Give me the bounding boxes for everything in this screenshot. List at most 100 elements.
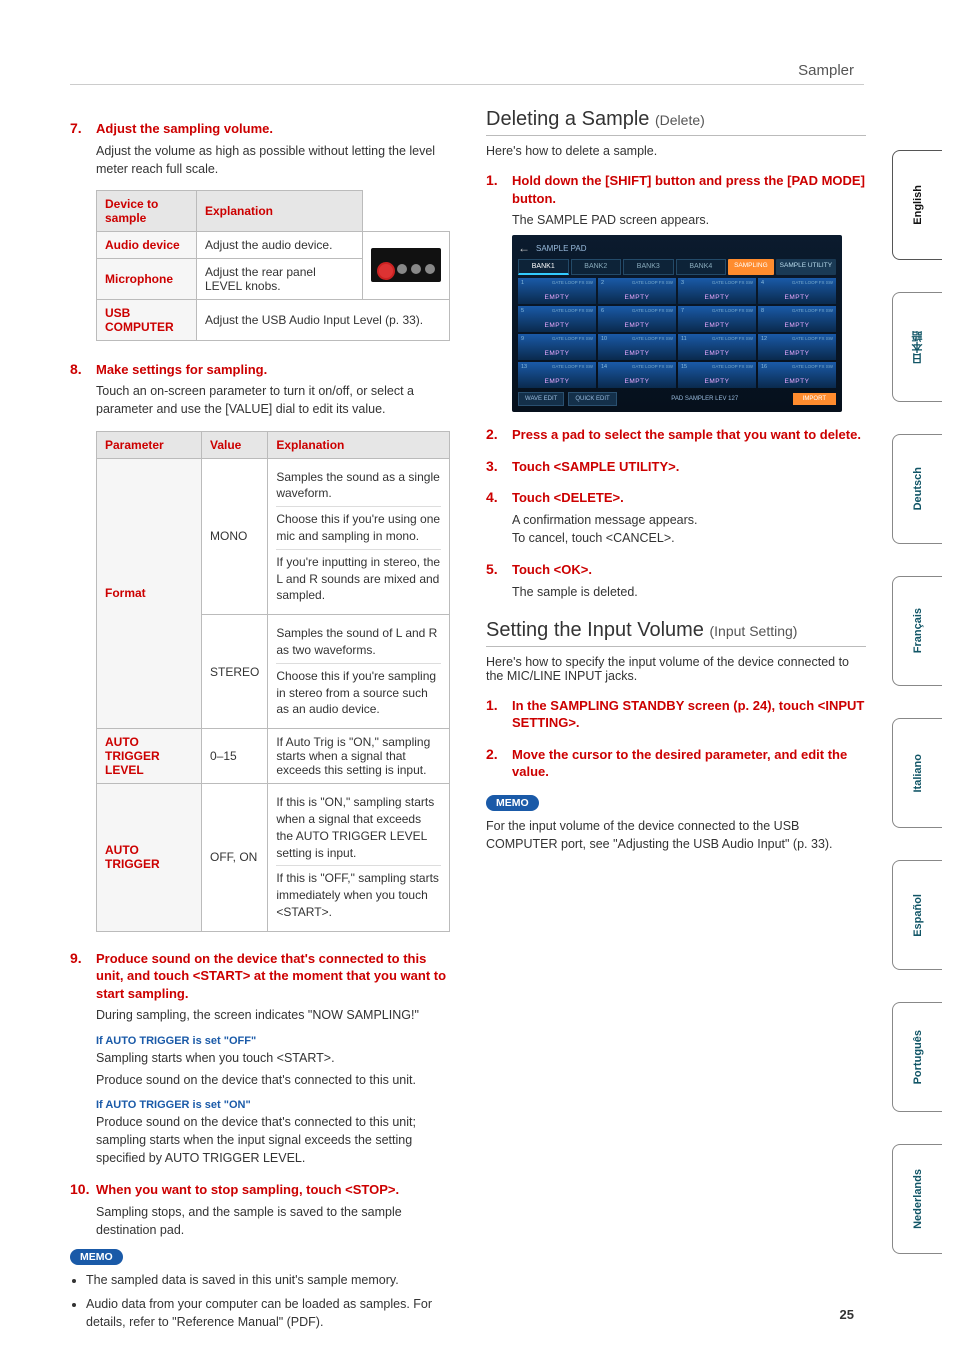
subhead-auto-trigger-on: If AUTO TRIGGER is set "ON": [96, 1099, 450, 1111]
step-body: To cancel, touch <CANCEL>.: [512, 529, 866, 547]
step-body: The sample is deleted.: [512, 583, 866, 601]
step-title: Touch <OK>.: [512, 561, 592, 579]
cell: Samples the sound of L and R as two wave…: [268, 615, 450, 729]
step-title: Move the cursor to the desired parameter…: [512, 746, 866, 781]
text: If this is "OFF," sampling starts immedi…: [276, 865, 441, 924]
lang-tab-english[interactable]: English: [892, 150, 942, 260]
step-body: During sampling, the screen indicates "N…: [96, 1006, 450, 1024]
cell: If this is "ON," sampling starts when a …: [268, 784, 450, 932]
lang-tab-francais[interactable]: Français: [892, 576, 942, 686]
memo-list: The sampled data is saved in this unit's…: [86, 1271, 450, 1331]
text: Sampling starts when you touch <START>.: [96, 1049, 450, 1067]
heading-sub: (Delete): [655, 112, 705, 128]
step-body: Touch an on-screen parameter to turn it …: [96, 382, 450, 418]
row-auto-trigger-level: AUTO TRIGGER LEVEL: [97, 729, 202, 784]
lang-tab-italiano[interactable]: Italiano: [892, 718, 942, 828]
delete-step-2: 2. Press a pad to select the sample that…: [486, 426, 866, 444]
text: Samples the sound of L and R as two wave…: [276, 621, 441, 663]
lang-tab-japanese[interactable]: 日本語: [892, 292, 942, 402]
left-column: 7. Adjust the sampling volume. Adjust th…: [70, 106, 450, 1337]
page-number: 25: [840, 1307, 854, 1322]
cell: If Auto Trig is "ON," sampling starts wh…: [268, 729, 450, 784]
right-column: Deleting a Sample (Delete) Here's how to…: [486, 106, 866, 1337]
pad-cell: 16GATE LOOP FX SWEMPTY: [758, 362, 836, 388]
pad-cell: 15GATE LOOP FX SWEMPTY: [678, 362, 756, 388]
pad-cell: 3GATE LOOP FX SWEMPTY: [678, 278, 756, 304]
th-device: Device to sample: [97, 190, 197, 231]
th-value: Value: [202, 431, 268, 458]
step-7: 7. Adjust the sampling volume. Adjust th…: [70, 120, 450, 178]
memo-label: MEMO: [486, 795, 539, 811]
delete-step-4: 4. Touch <DELETE>. A confirmation messag…: [486, 489, 866, 547]
step-body: Adjust the volume as high as possible wi…: [96, 142, 450, 178]
lang-label: Français: [912, 608, 924, 653]
val: OFF, ON: [202, 784, 268, 932]
memo-item: The sampled data is saved in this unit's…: [86, 1271, 450, 1289]
import-button: IMPORT: [793, 393, 836, 405]
pad-cell: 10GATE LOOP FX SWEMPTY: [598, 334, 676, 360]
heading: Setting the Input Volume: [486, 619, 710, 641]
th-explanation: Explanation: [268, 431, 450, 458]
pad-grid: 1GATE LOOP FX SWEMPTY2GATE LOOP FX SWEMP…: [518, 278, 836, 388]
wave-edit-button: WAVE EDIT: [518, 392, 564, 406]
step-number: 2.: [486, 746, 506, 762]
lang-label: Deutsch: [912, 467, 924, 510]
pad-cell: 9GATE LOOP FX SWEMPTY: [518, 334, 596, 360]
th-explanation: Explanation: [197, 190, 363, 231]
heading-sub: (Input Setting): [710, 623, 798, 639]
bank-tab: BANK1: [518, 259, 569, 275]
step-body: A confirmation message appears.: [512, 511, 866, 529]
section-name: Sampler: [798, 62, 854, 79]
step-title: Press a pad to select the sample that yo…: [512, 426, 861, 444]
cell: Adjust the rear panel LEVEL knobs.: [197, 258, 363, 299]
text: Adjust the audio device.: [205, 238, 332, 252]
lang-tab-espanol[interactable]: Español: [892, 860, 942, 970]
step-number: 1.: [486, 697, 506, 713]
step-number: 8.: [70, 361, 90, 377]
quick-edit-button: QUICK EDIT: [568, 392, 616, 406]
step-number: 3.: [486, 458, 506, 474]
pad-cell: 1GATE LOOP FX SWEMPTY: [518, 278, 596, 304]
row-format: Format: [97, 458, 202, 729]
rear-panel-level-image: [371, 248, 441, 282]
step-number: 5.: [486, 561, 506, 577]
row-microphone: Microphone: [97, 258, 197, 299]
step-number: 7.: [70, 120, 90, 136]
row-auto-trigger: AUTO TRIGGER: [97, 784, 202, 932]
step-title: Hold down the [SHIFT] button and press t…: [512, 172, 866, 207]
pad-cell: 13GATE LOOP FX SWEMPTY: [518, 362, 596, 388]
step-title: In the SAMPLING STANDBY screen (p. 24), …: [512, 697, 866, 732]
step-number: 1.: [486, 172, 506, 188]
memo-item: Audio data from your computer can be loa…: [86, 1295, 450, 1331]
step-number: 10.: [70, 1181, 90, 1197]
pad-cell: 11GATE LOOP FX SWEMPTY: [678, 334, 756, 360]
header-rule: [70, 84, 864, 85]
lang-tab-portugues[interactable]: Português: [892, 1002, 942, 1112]
lang-tab-nederlands[interactable]: Nederlands: [892, 1144, 942, 1254]
sample-utility-button: SAMPLE UTILITY: [776, 259, 836, 275]
pad-cell: 2GATE LOOP FX SWEMPTY: [598, 278, 676, 304]
step-body: Sampling stops, and the sample is saved …: [96, 1203, 450, 1239]
row-audio-device: Audio device: [97, 231, 197, 258]
knob-image-cell: [363, 231, 450, 299]
cell: Adjust the USB Audio Input Level (p. 33)…: [197, 299, 450, 340]
cell: Samples the sound as a single waveform. …: [268, 458, 450, 615]
val: 0–15: [202, 729, 268, 784]
step-title: Make settings for sampling.: [96, 361, 267, 379]
heading: Deleting a Sample: [486, 108, 655, 130]
row-usb-computer: USB COMPUTER: [97, 299, 197, 340]
pad-cell: 7GATE LOOP FX SWEMPTY: [678, 306, 756, 332]
val-stereo: STEREO: [202, 615, 268, 729]
sample-pad-screenshot: ← SAMPLE PAD BANK1 BANK2 BANK3 BANK4 SAM…: [512, 235, 842, 412]
lang-label: English: [912, 185, 924, 225]
lang-tab-deutsch[interactable]: Deutsch: [892, 434, 942, 544]
pad-cell: 6GATE LOOP FX SWEMPTY: [598, 306, 676, 332]
step-title: Touch <DELETE>.: [512, 489, 624, 507]
text: Produce sound on the device that's conne…: [96, 1071, 450, 1089]
pad-sampler-level: PAD SAMPLER LEV 127: [621, 396, 789, 402]
section-input-volume: Setting the Input Volume (Input Setting): [486, 619, 866, 647]
device-table: Device to sample Explanation Audio devic…: [96, 190, 450, 341]
cell: Adjust the audio device.: [197, 231, 363, 258]
screenshot-title: SAMPLE PAD: [536, 244, 587, 253]
delete-step-1: 1. Hold down the [SHIFT] button and pres…: [486, 172, 866, 229]
